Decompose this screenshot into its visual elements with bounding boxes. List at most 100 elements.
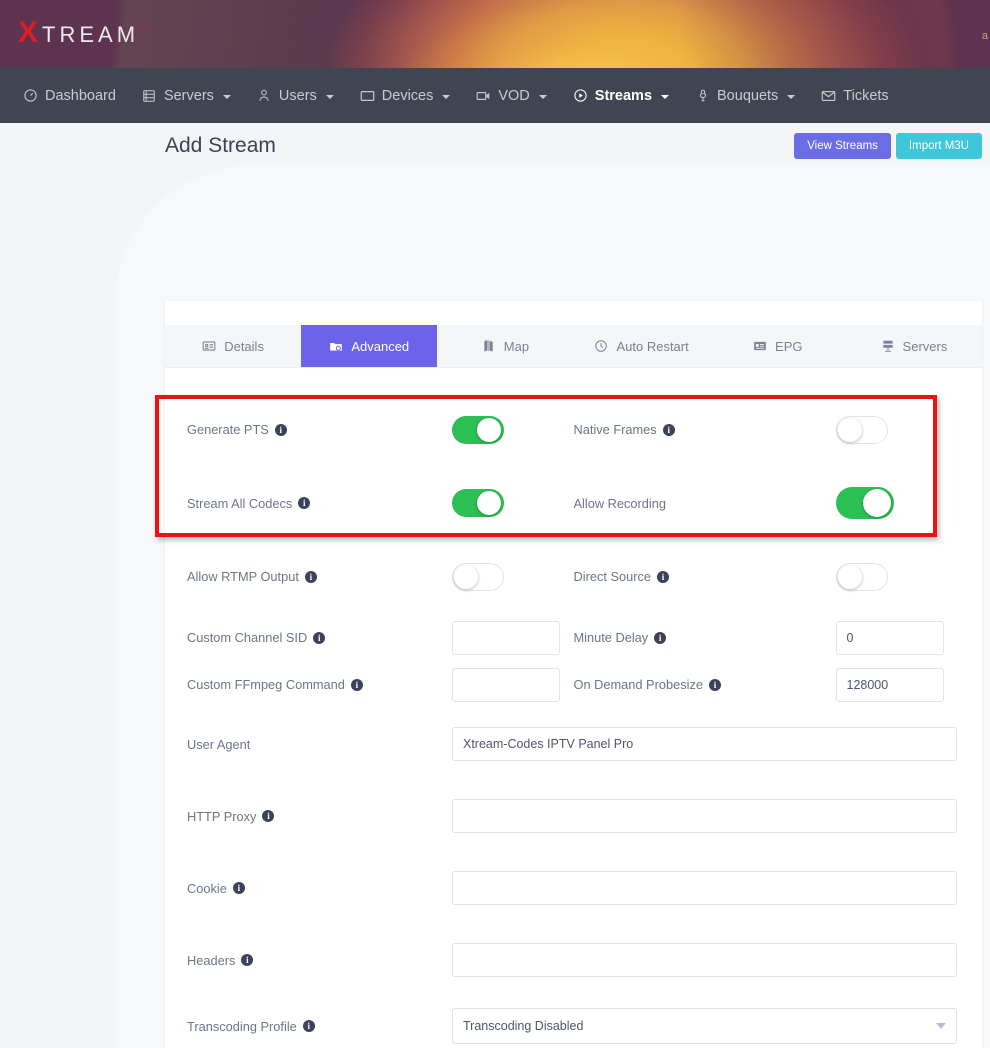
custom-channel-sid-label-group: Custom Channel SID i (187, 630, 452, 645)
nav-label: Tickets (843, 88, 888, 104)
tab-auto-restart[interactable]: Auto Restart (574, 325, 710, 367)
form-row-cookie: Cookie i (187, 852, 960, 924)
minute-delay-label-group: Minute Delay i (574, 630, 836, 645)
cookie-input[interactable] (452, 871, 957, 905)
tab-label: Map (504, 339, 529, 354)
flower-icon (695, 88, 710, 103)
allow-rtmp-output-toggle[interactable] (452, 563, 504, 591)
headers-input[interactable] (452, 943, 957, 977)
tab-map[interactable]: Map (437, 325, 573, 367)
info-icon[interactable]: i (709, 679, 721, 691)
stream-all-codecs-toggle[interactable] (452, 489, 504, 517)
tab-servers[interactable]: Servers (846, 325, 982, 367)
clock-icon (594, 339, 608, 353)
nav-item-streams[interactable]: Streams (560, 68, 682, 123)
tab-details[interactable]: Details (165, 325, 301, 367)
chevron-down-icon (539, 95, 547, 99)
nav-item-servers[interactable]: Servers (129, 68, 244, 123)
field-label: Transcoding Profile (187, 1019, 297, 1034)
tv-card-icon (753, 339, 767, 353)
chevron-down-icon (442, 95, 450, 99)
field-label: Custom FFmpeg Command (187, 677, 345, 692)
field-native-frames: Native Frames i (574, 416, 961, 444)
database-icon (142, 88, 157, 103)
video-icon (476, 88, 491, 103)
info-icon[interactable]: i (305, 571, 317, 583)
field-label: User Agent (187, 737, 250, 752)
direct-source-label-group: Direct Source i (574, 569, 836, 584)
nav-item-tickets[interactable]: Tickets (808, 68, 901, 123)
info-icon[interactable]: i (241, 954, 253, 966)
chevron-down-icon (223, 95, 231, 99)
minute-delay-input[interactable] (836, 621, 944, 655)
field-label: Allow Recording (574, 496, 666, 511)
field-label: Headers (187, 953, 235, 968)
form-row-headers: Headers i (187, 924, 960, 996)
form-row-codecs-recording: Stream All Codecs i Allow Recording (187, 467, 960, 539)
nav-item-dashboard[interactable]: Dashboard (10, 68, 129, 123)
envelope-icon (821, 88, 836, 103)
info-icon[interactable]: i (657, 571, 669, 583)
custom-ffmpeg-label-group: Custom FFmpeg Command i (187, 677, 452, 692)
toggle-knob (454, 565, 478, 589)
http-proxy-label-group: HTTP Proxy i (187, 809, 452, 824)
form-row-pts-frames: Generate PTS i Native Frames i (187, 392, 960, 467)
http-proxy-input[interactable] (452, 799, 957, 833)
header-actions: View Streams Import M3U (794, 133, 982, 159)
field-label: On Demand Probesize (574, 677, 703, 692)
tab-label: Advanced (351, 339, 409, 354)
brand-logo[interactable]: X TREAM ** (18, 18, 152, 48)
transcoding-profile-select[interactable] (452, 1008, 957, 1044)
view-streams-button[interactable]: View Streams (794, 133, 891, 159)
direct-source-toggle[interactable] (836, 563, 888, 591)
toggle-knob (863, 489, 891, 517)
chevron-down-icon (326, 95, 334, 99)
nav-item-devices[interactable]: Devices (347, 68, 464, 123)
settings-gear-icon (329, 339, 343, 353)
info-icon[interactable]: i (654, 632, 666, 644)
info-icon[interactable]: i (262, 810, 274, 822)
field-label: Native Frames (574, 422, 657, 437)
native-frames-toggle[interactable] (836, 416, 888, 444)
monitor-icon (360, 88, 375, 103)
map-icon (482, 339, 496, 353)
nav-item-users[interactable]: Users (244, 68, 347, 123)
field-on-demand-probesize: On Demand Probesize i (574, 668, 961, 702)
nav-item-bouquets[interactable]: Bouquets (682, 68, 808, 123)
info-icon[interactable]: i (313, 632, 325, 644)
info-icon[interactable]: i (275, 424, 287, 436)
allow-recording-toggle[interactable] (836, 487, 894, 519)
info-icon[interactable]: i (233, 882, 245, 894)
generate-pts-label-group: Generate PTS i (187, 422, 452, 437)
page-title: Add Stream (165, 134, 276, 158)
banner-right-text: a (982, 30, 988, 42)
tab-epg[interactable]: EPG (710, 325, 846, 367)
info-icon[interactable]: i (351, 679, 363, 691)
field-label: Custom Channel SID (187, 630, 307, 645)
card-top-strip (165, 301, 982, 325)
user-agent-input[interactable] (452, 727, 957, 761)
custom-channel-sid-input[interactable] (452, 621, 560, 655)
chevron-down-icon (661, 95, 669, 99)
field-allow-recording: Allow Recording (574, 487, 961, 519)
nav-item-vod[interactable]: VOD (463, 68, 559, 123)
tab-label: Auto Restart (616, 339, 688, 354)
tab-advanced[interactable]: Advanced (301, 325, 437, 367)
tab-label: Servers (903, 339, 948, 354)
info-icon[interactable]: i (303, 1020, 315, 1032)
main-navigation: Dashboard Servers Users Devices (0, 68, 990, 123)
info-icon[interactable]: i (663, 424, 675, 436)
field-custom-channel-sid: Custom Channel SID i (187, 621, 574, 655)
info-icon[interactable]: i (298, 497, 310, 509)
generate-pts-toggle[interactable] (452, 416, 504, 444)
import-m3u-button[interactable]: Import M3U (896, 133, 982, 159)
field-label: Generate PTS (187, 422, 269, 437)
form-row-ffmpeg-probesize: Custom FFmpeg Command i On Demand Probes… (187, 661, 960, 708)
page-header: Add Stream View Streams Import M3U (165, 133, 982, 159)
custom-ffmpeg-command-input[interactable] (452, 668, 560, 702)
transcoding-profile-select-wrap (452, 1008, 957, 1044)
nav-label: Users (279, 88, 317, 104)
on-demand-probesize-input[interactable] (836, 668, 944, 702)
allow-recording-label-group: Allow Recording (574, 496, 836, 511)
form-row-user-agent: User Agent (187, 708, 960, 780)
